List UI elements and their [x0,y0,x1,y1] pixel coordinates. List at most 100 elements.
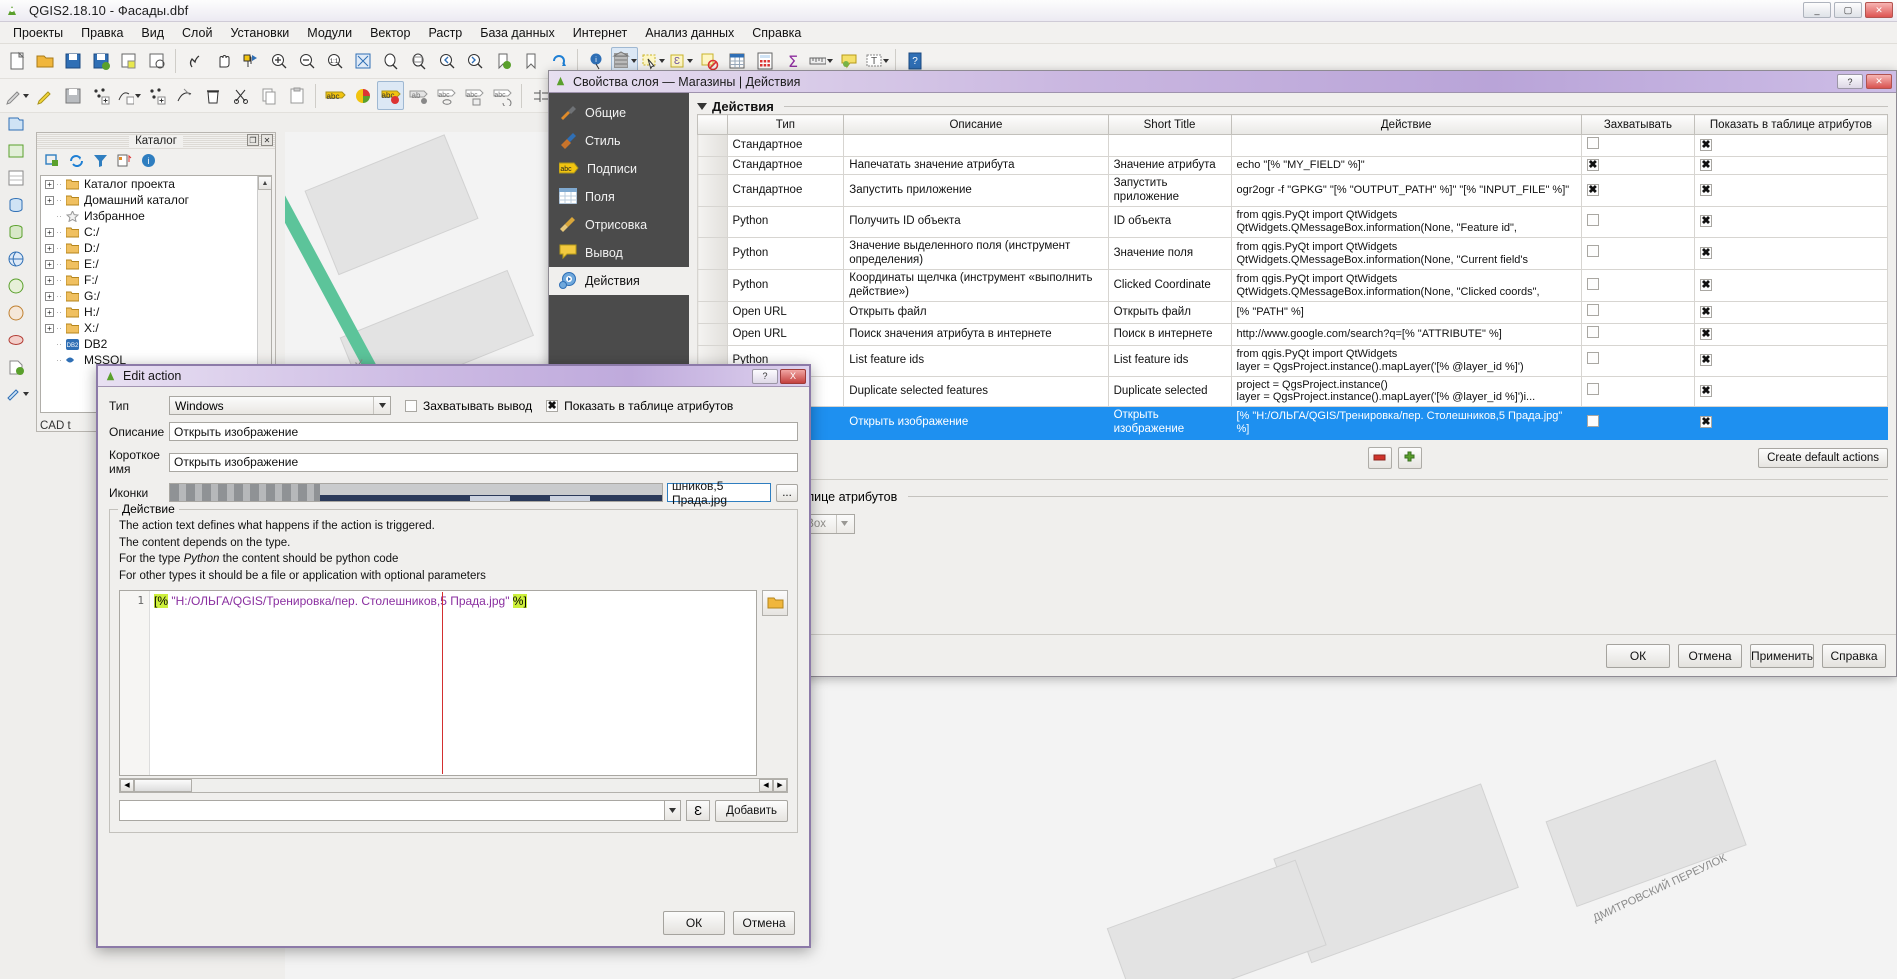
cell-capture[interactable] [1581,135,1694,157]
show-checkbox[interactable] [1700,215,1712,227]
move-label-icon[interactable]: abc [461,81,488,110]
pan-to-selection-icon[interactable] [237,47,264,76]
copy-features-icon[interactable] [255,81,282,110]
show-checkbox[interactable] [1700,279,1712,291]
tree-item[interactable]: ··DB2DB2 [41,336,271,352]
add-delimited-text-icon[interactable] [2,164,30,191]
zoom-in-icon[interactable] [265,47,292,76]
maximize-button[interactable]: ▢ [1834,2,1862,18]
show-checkbox[interactable] [1700,159,1712,171]
tree-item[interactable]: +··Домашний каталог [41,192,271,208]
row-handle[interactable] [698,302,728,324]
expand-toggle[interactable]: + [45,292,54,301]
zoom-last-icon[interactable] [433,47,460,76]
capture-checkbox[interactable] [1587,184,1599,196]
expand-toggle[interactable]: + [45,244,54,253]
cell-capture[interactable] [1581,302,1694,324]
show-bookmarks-icon[interactable] [517,47,544,76]
add-postgis-layer-icon[interactable] [2,191,30,218]
add-field-button[interactable]: Добавить [715,800,788,822]
zoom-to-layer-icon[interactable] [405,47,432,76]
tree-item[interactable]: +··H:/ [41,304,271,320]
chevron-down-icon-layout[interactable] [836,515,852,533]
show-checkbox[interactable] [1700,385,1712,397]
new-project-icon[interactable] [3,47,30,76]
chevron-down-icon[interactable] [631,59,637,63]
capture-checkbox[interactable] [1587,278,1599,290]
zoom-out-icon[interactable] [293,47,320,76]
show-checkbox[interactable] [1700,306,1712,318]
row-handle[interactable] [698,135,728,157]
field-select-input[interactable] [119,800,665,821]
table-row[interactable]: PythonКоординаты щелчка (инструмент «вып… [698,270,1888,302]
table-row[interactable]: Open URLОткрыть файлОткрыть файл[% "PATH… [698,302,1888,324]
cell-show[interactable] [1694,207,1887,238]
capture-checkbox[interactable] [1587,415,1599,427]
chevron-down-icon-field[interactable] [665,800,681,821]
help-window-button[interactable]: ? [1837,74,1863,89]
chevron-down-icon-type[interactable] [373,397,390,414]
table-row[interactable]: СтандартноеЗапустить приложениеЗапустить… [698,175,1888,207]
help-button[interactable]: Справка [1822,644,1886,668]
table-row[interactable]: СтандартноеНапечатать значение атрибутаЗ… [698,156,1888,175]
expand-toggle[interactable]: + [45,228,54,237]
cell-capture[interactable] [1581,156,1694,175]
cell-show[interactable] [1694,407,1887,439]
cell-capture[interactable] [1581,345,1694,376]
row-handle[interactable] [698,175,728,207]
collapse-triangle-icon[interactable] [697,103,707,110]
show-checkbox[interactable] [1700,139,1712,151]
layer-diagram-icon[interactable] [349,81,376,110]
save-project-icon[interactable] [59,47,86,76]
pin-labels-icon[interactable]: ab [405,81,432,110]
add-line-feature-icon[interactable] [115,81,142,110]
pan-map-icon[interactable] [209,47,236,76]
description-input[interactable]: Открыть изображение [169,422,798,441]
row-handle[interactable] [698,238,728,270]
add-action-button[interactable] [1398,447,1422,469]
column-header[interactable]: Действие [1231,115,1581,135]
cell-capture[interactable] [1581,238,1694,270]
capture-checkbox[interactable] [1587,352,1599,364]
scroll-right-button[interactable]: ▶ [773,779,787,792]
save-project-as-icon[interactable] [87,47,114,76]
panel-float-button[interactable]: ❐ [247,134,259,146]
edit-action-help-button[interactable]: ? [752,369,778,384]
edit-action-cancel-button[interactable]: Отмена [733,911,795,935]
add-raster-layer-icon[interactable] [2,137,30,164]
menu-plugins[interactable]: Модули [298,24,361,42]
zoom-next-icon[interactable] [461,47,488,76]
menu-settings[interactable]: Установки [221,24,298,42]
sidebar-item-broom[interactable]: Отрисовка [549,211,689,239]
add-vector-layer-icon[interactable] [2,110,30,137]
add-wcs-layer-icon[interactable] [2,272,30,299]
edit-action-ok-button[interactable]: ОК [663,911,725,935]
expand-toggle[interactable]: + [45,196,54,205]
cell-show[interactable] [1694,135,1887,157]
zoom-to-selection-icon[interactable] [377,47,404,76]
paste-features-icon[interactable] [283,81,310,110]
minimize-button[interactable]: _ [1803,2,1831,18]
info-icon[interactable]: i [141,153,156,171]
column-header[interactable]: Захватывать [1581,115,1694,135]
vertex-tool-icon[interactable] [171,81,198,110]
scroll-left-button[interactable]: ◀ [120,779,134,792]
collapse-all-icon[interactable] [117,153,132,171]
panel-close-button[interactable]: ✕ [261,134,273,146]
menu-vector[interactable]: Вектор [361,24,419,42]
expand-toggle[interactable]: + [45,180,54,189]
cell-show[interactable] [1694,156,1887,175]
type-select[interactable]: Windows [169,396,391,415]
cell-capture[interactable] [1581,270,1694,302]
expression-builder-button[interactable]: Ɛ [686,800,710,821]
chevron-down-icon-5[interactable] [883,59,889,63]
actions-table[interactable]: ТипОписаниеShort TitleДействиеЗахватыват… [697,114,1888,440]
edit-action-close-button[interactable]: X [780,369,806,384]
new-print-composer-icon[interactable] [115,47,142,76]
cell-show[interactable] [1694,175,1887,207]
menu-internet[interactable]: Интернет [564,24,637,42]
new-shapefile-icon[interactable] [2,353,30,380]
chevron-down-icon-6[interactable] [23,94,29,98]
labeling-icon[interactable]: abc [321,81,348,110]
cell-capture[interactable] [1581,207,1694,238]
